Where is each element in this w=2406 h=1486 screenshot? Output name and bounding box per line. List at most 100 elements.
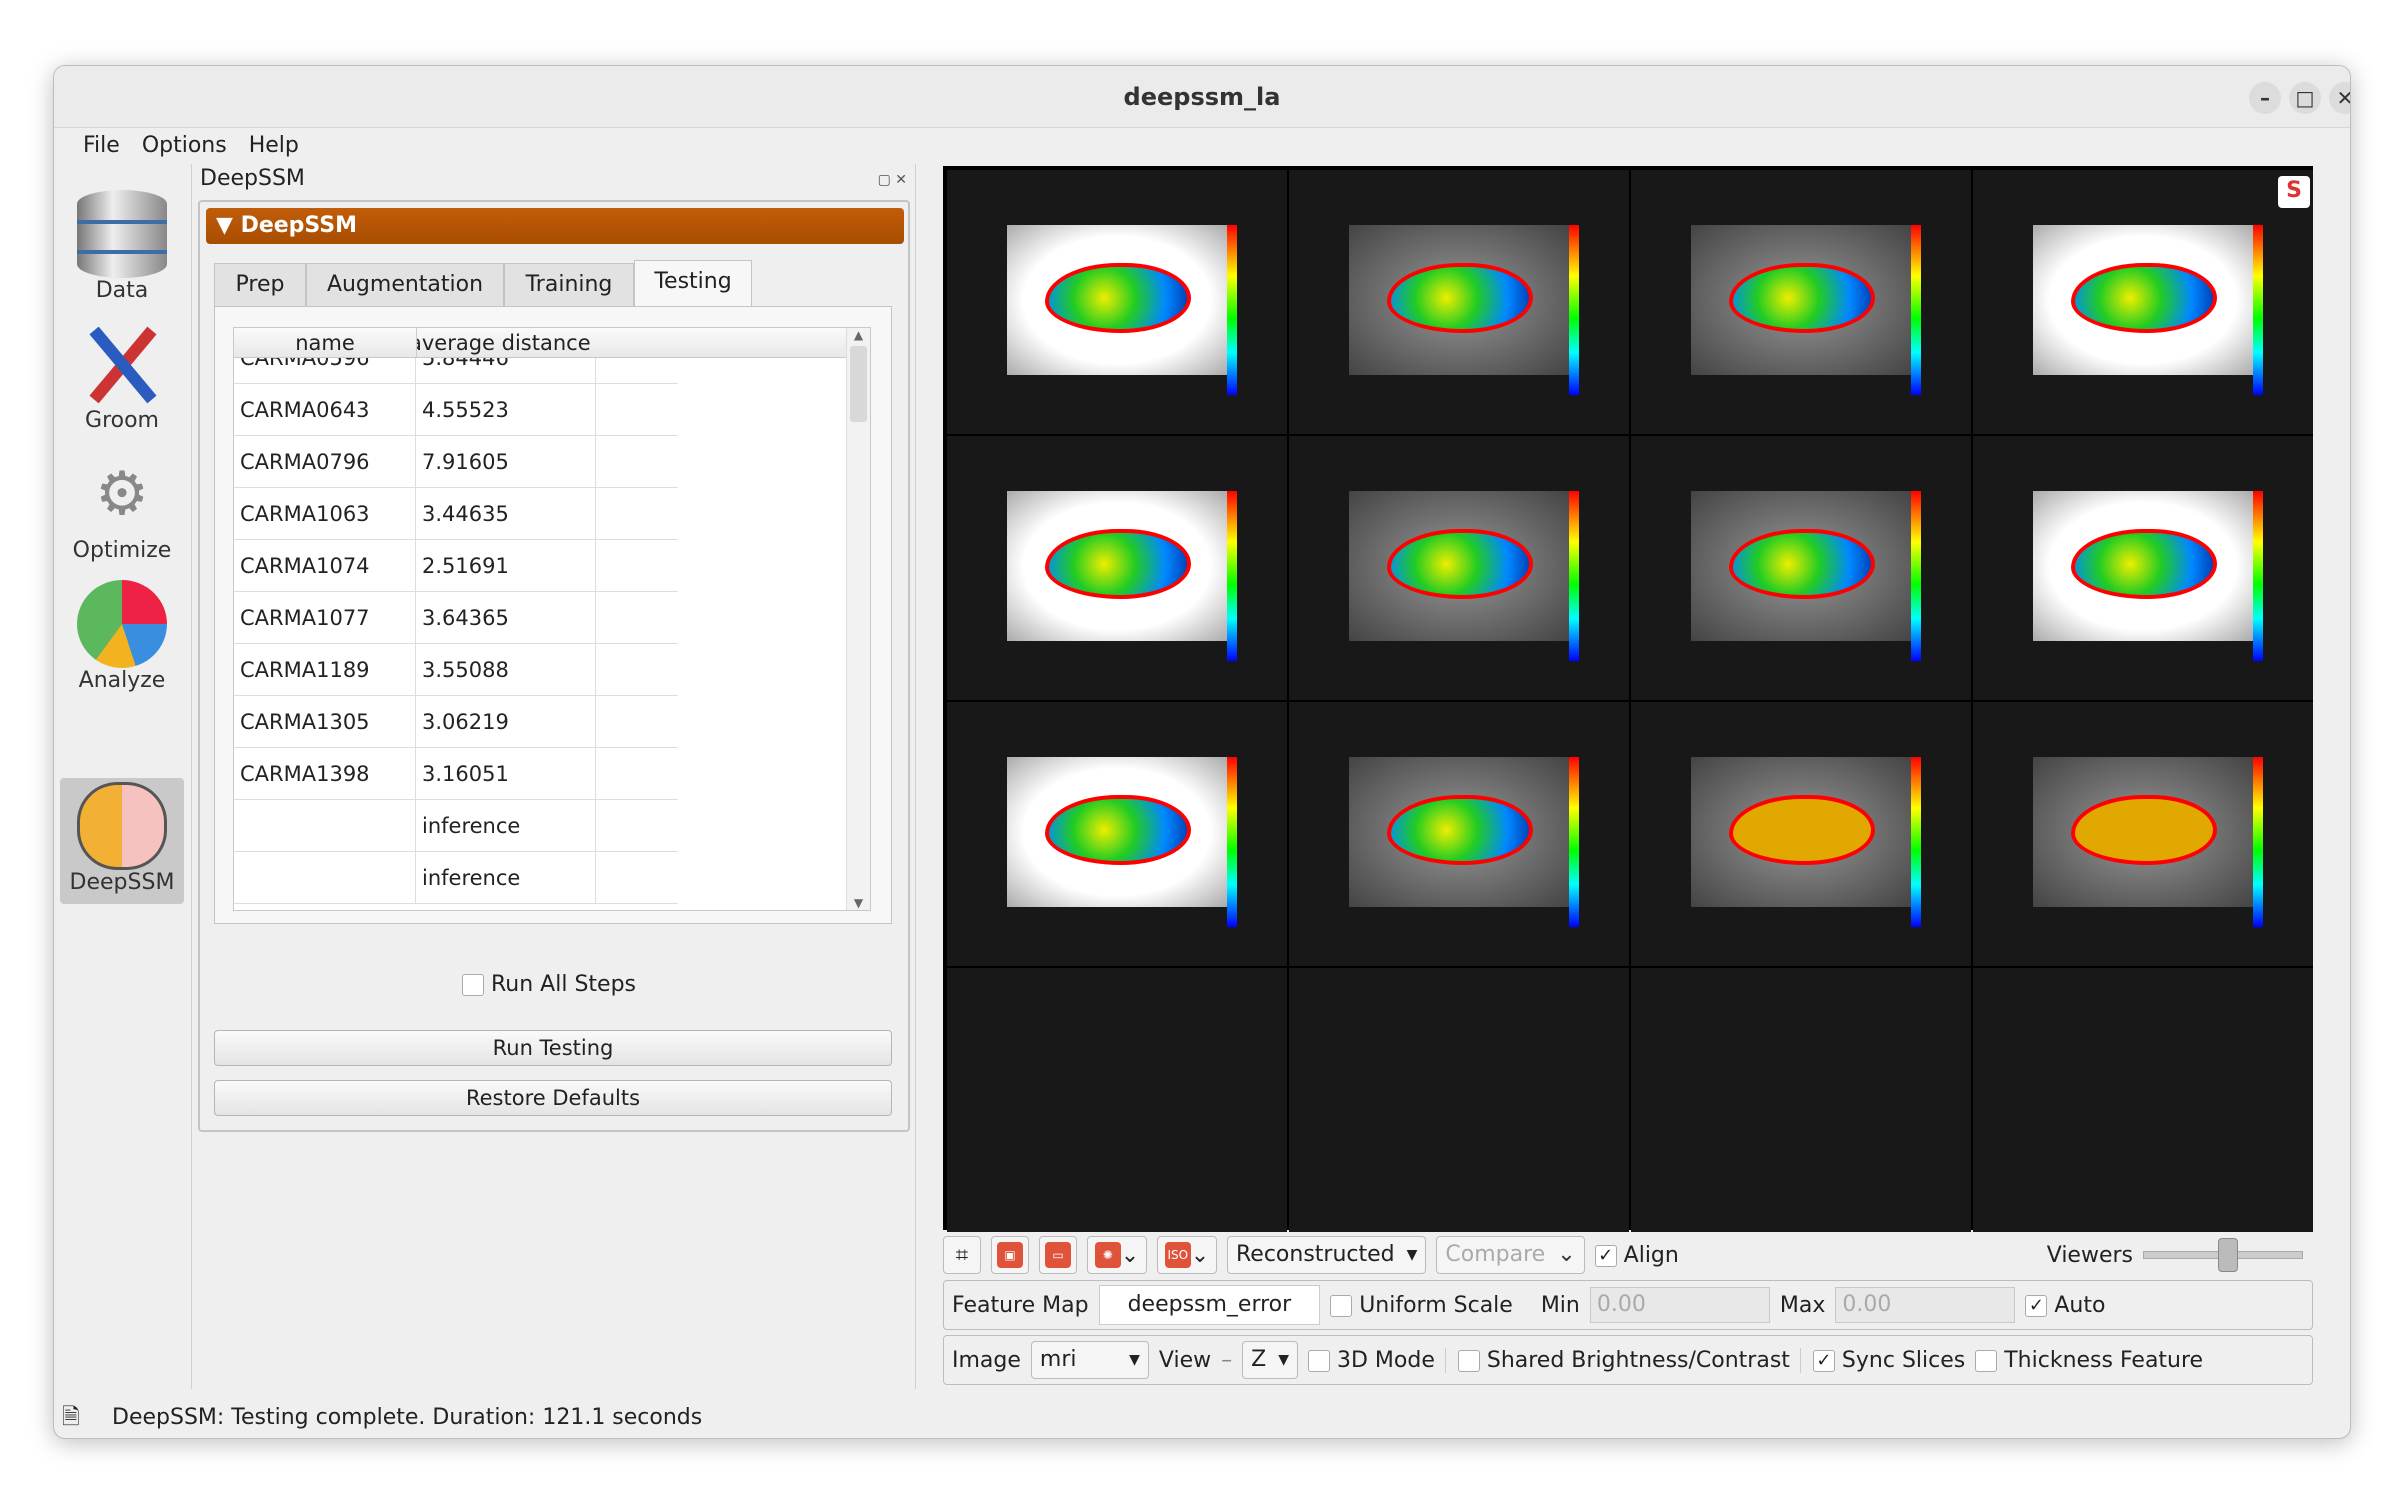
align-checkbox[interactable]: ✓ Align: [1594, 1243, 1679, 1268]
auto-checkbox[interactable]: ✓ Auto: [2025, 1293, 2105, 1318]
tool-deepssm[interactable]: DeepSSM: [60, 778, 184, 904]
checkbox[interactable]: [1330, 1294, 1353, 1317]
viewer-tile[interactable]: [947, 968, 1287, 1232]
tool-analyze[interactable]: Analyze: [60, 576, 184, 702]
module-toolbar: Data Groom ⚙ Optimize Analyze DeepSSM: [54, 164, 192, 1389]
glyph-button[interactable]: ✺ ⌄: [1087, 1236, 1147, 1274]
column-header-average-distance[interactable]: average distance: [416, 328, 596, 358]
uniform-scale-checkbox[interactable]: Uniform Scale: [1330, 1293, 1513, 1318]
status-bar: 🗎 DeepSSM: Testing complete. Duration: 12…: [54, 1396, 2350, 1438]
surface-mesh: [1387, 529, 1533, 599]
feature-map-label: Feature Map: [952, 1292, 1089, 1318]
run-testing-button[interactable]: Run Testing: [214, 1030, 892, 1066]
compare-select[interactable]: Compare ⌄: [1436, 1236, 1585, 1274]
table-row[interactable]: CARMA1063 3.44635: [234, 488, 678, 540]
maximize-button[interactable]: □: [2289, 82, 2321, 114]
viewer-tile[interactable]: [1289, 702, 1629, 966]
viewer-tile[interactable]: [947, 170, 1287, 434]
results-table: CARMA0596 5.84446 CARMA0643 4.55523 CARMA079…: [233, 327, 871, 911]
viewer-tile[interactable]: [1289, 436, 1629, 700]
viewer-tile[interactable]: [1973, 968, 2313, 1232]
viewer-tile[interactable]: [1973, 436, 2313, 700]
minimize-button[interactable]: –: [2249, 82, 2281, 114]
menu-options[interactable]: Options: [131, 128, 238, 164]
table-row[interactable]: CARMA1398 3.16051: [234, 748, 678, 800]
checkbox[interactable]: [1307, 1349, 1330, 1372]
run-all-steps-checkbox[interactable]: Run All Steps: [462, 972, 636, 997]
view-label: View: [1158, 1347, 1212, 1373]
table-row[interactable]: CARMA0796 7.91605: [234, 436, 678, 488]
cell-average-distance: 3.06219: [416, 696, 596, 748]
viewer-tile[interactable]: [947, 436, 1287, 700]
tab-augmentation[interactable]: Augmentation: [306, 263, 504, 307]
tab-prep[interactable]: Prep: [214, 263, 306, 307]
image-select[interactable]: mri ▼: [1030, 1341, 1149, 1379]
checkbox[interactable]: [1975, 1349, 1998, 1372]
thickness-feature-checkbox[interactable]: Thickness Feature: [1975, 1348, 2203, 1373]
viewer-tile[interactable]: [1631, 436, 1971, 700]
viewer-tile[interactable]: [1289, 968, 1629, 1232]
log-icon[interactable]: 🗎: [62, 1396, 80, 1438]
window-title: deepssm_la: [1123, 83, 1281, 111]
tab-training[interactable]: Training: [504, 263, 634, 307]
display-mode-value: Reconstructed: [1236, 1242, 1395, 1267]
viewer-tile[interactable]: [1631, 170, 1971, 434]
tool-groom[interactable]: Groom: [60, 316, 184, 442]
isosurface-button[interactable]: ISO ⌄: [1157, 1236, 1217, 1274]
table-scrollbar[interactable]: ▲ ▼: [846, 328, 870, 910]
viewers-slider[interactable]: [2143, 1238, 2303, 1272]
menu-file[interactable]: File: [72, 128, 131, 164]
feature-map-select[interactable]: deepssm_error: [1098, 1285, 1321, 1325]
surface-icon: ▣: [997, 1242, 1023, 1268]
viewer-tile[interactable]: [1631, 702, 1971, 966]
show-surface-button[interactable]: ▣: [991, 1236, 1029, 1274]
cell-name: [234, 852, 416, 904]
min-spinbox[interactable]: 0.00: [1589, 1287, 1770, 1323]
viewer-tile[interactable]: [1973, 170, 2313, 434]
shared-brightness-checkbox[interactable]: Shared Brightness/Contrast: [1444, 1347, 1790, 1373]
tab-testing[interactable]: Testing: [634, 260, 752, 307]
table-row[interactable]: CARMA1189 3.55088: [234, 644, 678, 696]
image-icon: ▭: [1045, 1242, 1071, 1268]
checkbox[interactable]: ✓: [1594, 1244, 1617, 1267]
viewer-tile[interactable]: [1631, 968, 1971, 1232]
checkbox[interactable]: ✓: [1812, 1349, 1835, 1372]
show-image-button[interactable]: ▭: [1039, 1236, 1077, 1274]
slider-handle[interactable]: [2218, 1238, 2238, 1272]
table-row[interactable]: CARMA1305 3.06219: [234, 696, 678, 748]
checkbox-label: Thickness Feature: [2004, 1347, 2204, 1373]
sync-slices-checkbox[interactable]: ✓ Sync Slices: [1799, 1347, 1965, 1373]
group-header[interactable]: ▼ DeepSSM: [206, 208, 904, 244]
color-bar: [1227, 757, 1237, 927]
close-button[interactable]: ✕: [2329, 82, 2350, 114]
table-row[interactable]: CARMA0643 4.55523: [234, 384, 678, 436]
viewer-tile[interactable]: [1289, 170, 1629, 434]
checkbox[interactable]: [1457, 1349, 1480, 1372]
checkbox[interactable]: [462, 974, 484, 996]
viewer-tile[interactable]: [947, 702, 1287, 966]
viewer-tile[interactable]: [1973, 702, 2313, 966]
tool-data[interactable]: Data: [60, 186, 184, 312]
3d-mode-checkbox[interactable]: 3D Mode: [1307, 1348, 1435, 1373]
group-title: DeepSSM: [240, 213, 358, 238]
restore-defaults-button[interactable]: Restore Defaults: [214, 1080, 892, 1116]
table-row[interactable]: inference: [234, 852, 678, 904]
viewer-grid[interactable]: S: [943, 166, 2313, 1232]
dock-buttons[interactable]: ▢ ✕: [878, 172, 907, 188]
reset-view-button[interactable]: ⌗: [943, 1236, 981, 1274]
iso-icon: ISO: [1164, 1242, 1191, 1268]
color-bar: [2253, 225, 2263, 395]
checkbox[interactable]: ✓: [2025, 1294, 2048, 1317]
table-row[interactable]: CARMA1074 2.51691: [234, 540, 678, 592]
title-bar: deepssm_la – □ ✕: [54, 66, 2350, 128]
scroll-thumb[interactable]: [850, 346, 867, 422]
cell-average-distance: 3.64365: [416, 592, 596, 644]
column-header-name[interactable]: name: [234, 328, 416, 358]
table-row[interactable]: inference: [234, 800, 678, 852]
display-mode-select[interactable]: Reconstructed ▼: [1227, 1236, 1427, 1274]
tool-optimize[interactable]: ⚙ Optimize: [60, 446, 184, 572]
max-spinbox[interactable]: 0.00: [1835, 1287, 2016, 1323]
view-axis-select[interactable]: Z ▼: [1242, 1341, 1298, 1379]
table-row[interactable]: CARMA1077 3.64365: [234, 592, 678, 644]
menu-help[interactable]: Help: [238, 128, 310, 164]
